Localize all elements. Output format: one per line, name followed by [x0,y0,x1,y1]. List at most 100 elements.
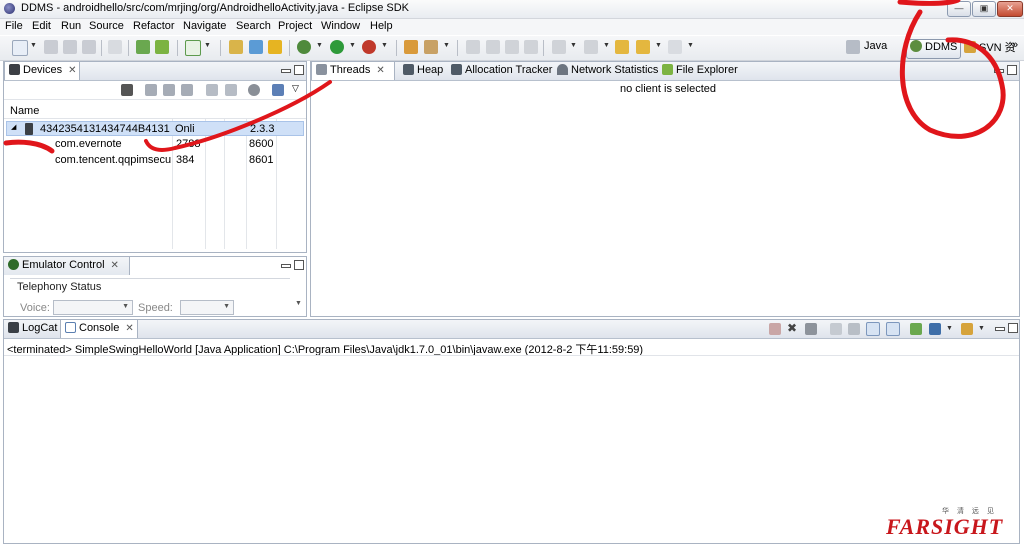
clear-console-icon[interactable] [830,323,842,335]
debug-icon[interactable] [297,40,311,54]
new-icon[interactable] [12,40,28,56]
show-stdout-icon[interactable] [866,322,880,336]
maximize-button[interactable]: ▣ [972,1,996,17]
minimize-view-button[interactable] [281,69,291,73]
close-icon[interactable]: ✕ [376,65,384,76]
run-icon[interactable] [330,40,344,54]
avd-manager-icon[interactable] [155,40,169,54]
run-dropdown-icon[interactable]: ▼ [349,42,356,49]
display-dropdown-icon[interactable]: ▼ [946,325,953,332]
save-all-icon[interactable] [63,40,77,54]
minimize-view-button[interactable] [281,264,291,268]
next-annotation-dropdown-icon[interactable]: ▼ [570,42,577,49]
terminate-icon[interactable] [769,323,781,335]
remove-all-icon[interactable] [805,323,817,335]
menu-navigate[interactable]: Navigate [183,20,226,32]
tab-console[interactable]: Console ✕ [60,320,138,338]
dump-hprof-icon[interactable] [163,84,175,96]
prev-annotation-dropdown-icon[interactable]: ▼ [603,42,610,49]
new-package-icon[interactable] [268,40,282,54]
tab-logcat[interactable]: LogCat [4,320,61,338]
last-edit-icon[interactable] [615,40,629,54]
scroll-lock-icon[interactable] [848,323,860,335]
open-folder-icon[interactable] [229,40,243,54]
tab-heap[interactable]: Heap [399,62,447,80]
open-perspective-icon[interactable] [846,40,860,54]
close-icon[interactable]: ✕ [125,323,133,334]
search-dropdown-icon[interactable]: ▼ [443,42,450,49]
block-icon[interactable] [505,40,519,54]
back-dropdown-icon[interactable]: ▼ [655,42,662,49]
perspective-java[interactable]: Java [864,39,887,57]
minimize-view-button[interactable] [995,327,1005,331]
collapse-icon[interactable]: ◢ [11,123,16,131]
menu-search[interactable]: Search [236,20,271,32]
client-row[interactable]: com.tencent.qqpimsecure 384 8601 [6,153,304,168]
tab-file-explorer[interactable]: File Explorer [658,62,742,80]
tab-devices[interactable]: Devices ✕ [4,62,80,80]
perspective-svn[interactable]: SVN 资 [964,39,1016,57]
menu-edit[interactable]: Edit [32,20,51,32]
open-console-icon[interactable] [961,323,973,335]
annotation-icon[interactable] [466,40,480,54]
menu-source[interactable]: Source [89,20,124,32]
new-dropdown-icon[interactable]: ▼ [30,42,37,49]
device-row[interactable]: ◢ 4342354131434744B4131 [So Onli 2.3.3 [6,121,304,136]
task-dropdown-icon[interactable]: ▼ [204,42,211,49]
prev-annotation-icon[interactable] [584,40,598,54]
debug-process-icon[interactable] [121,84,133,96]
menu-refactor[interactable]: Refactor [133,20,175,32]
show-stderr-icon[interactable] [886,322,900,336]
minimize-view-button[interactable] [994,69,1004,73]
update-threads-icon[interactable] [206,84,218,96]
perspective-ddms[interactable]: DDMS [906,39,962,59]
tab-emulator-control[interactable]: Emulator Control ✕ [4,257,130,275]
checkbox-task-icon[interactable] [185,40,201,56]
client-row[interactable]: com.evernote 2788 8600 [6,137,304,152]
voice-select[interactable]: ▼ [53,300,133,315]
speed-select[interactable]: ▼ [180,300,234,315]
maximize-view-button[interactable] [294,260,304,270]
tab-network-statistics[interactable]: Network Statistics [553,62,662,80]
maximize-view-button[interactable] [294,65,304,75]
menu-file[interactable]: File [5,20,23,32]
tab-threads[interactable]: Threads ✕ [311,62,395,80]
screen-capture-icon[interactable] [272,84,284,96]
print-icon[interactable] [82,40,96,54]
maximize-view-button[interactable] [1008,323,1018,333]
close-icon[interactable]: ✕ [111,260,119,271]
open-console-dropdown-icon[interactable]: ▼ [978,325,985,332]
minimize-button[interactable]: — [947,1,971,17]
maximize-view-button[interactable] [1007,65,1017,75]
external-tools-icon[interactable] [362,40,376,54]
more-perspectives-button[interactable]: » [1012,39,1018,57]
sdk-manager-icon[interactable] [136,40,150,54]
pin-console-icon[interactable] [910,323,922,335]
open-type-icon[interactable] [404,40,418,54]
new-java-project-icon[interactable] [249,40,263,54]
menu-project[interactable]: Project [278,20,312,32]
method-profiling-icon[interactable] [225,84,237,96]
scroll-down-icon[interactable]: ▼ [295,300,302,307]
back-icon[interactable] [636,40,650,54]
external-tools-dropdown-icon[interactable]: ▼ [381,42,388,49]
view-menu-icon[interactable]: ▽ [292,83,299,94]
search-icon[interactable] [424,40,438,54]
close-icon[interactable]: ✕ [68,65,76,76]
forward-icon[interactable] [668,40,682,54]
update-heap-icon[interactable] [145,84,157,96]
display-console-icon[interactable] [929,323,941,335]
next-annotation-icon[interactable] [552,40,566,54]
stop-process-icon[interactable] [248,84,260,96]
menu-run[interactable]: Run [61,20,81,32]
pilcrow-icon[interactable] [524,40,538,54]
tab-allocation-tracker[interactable]: Allocation Tracker [447,62,556,80]
remove-launch-icon[interactable]: ✖ [787,321,797,335]
save-icon[interactable] [44,40,58,54]
pen-icon[interactable] [486,40,500,54]
menu-window[interactable]: Window [321,20,360,32]
binary-icon[interactable] [108,40,122,54]
debug-dropdown-icon[interactable]: ▼ [316,42,323,49]
forward-dropdown-icon[interactable]: ▼ [687,42,694,49]
cause-gc-icon[interactable] [181,84,193,96]
